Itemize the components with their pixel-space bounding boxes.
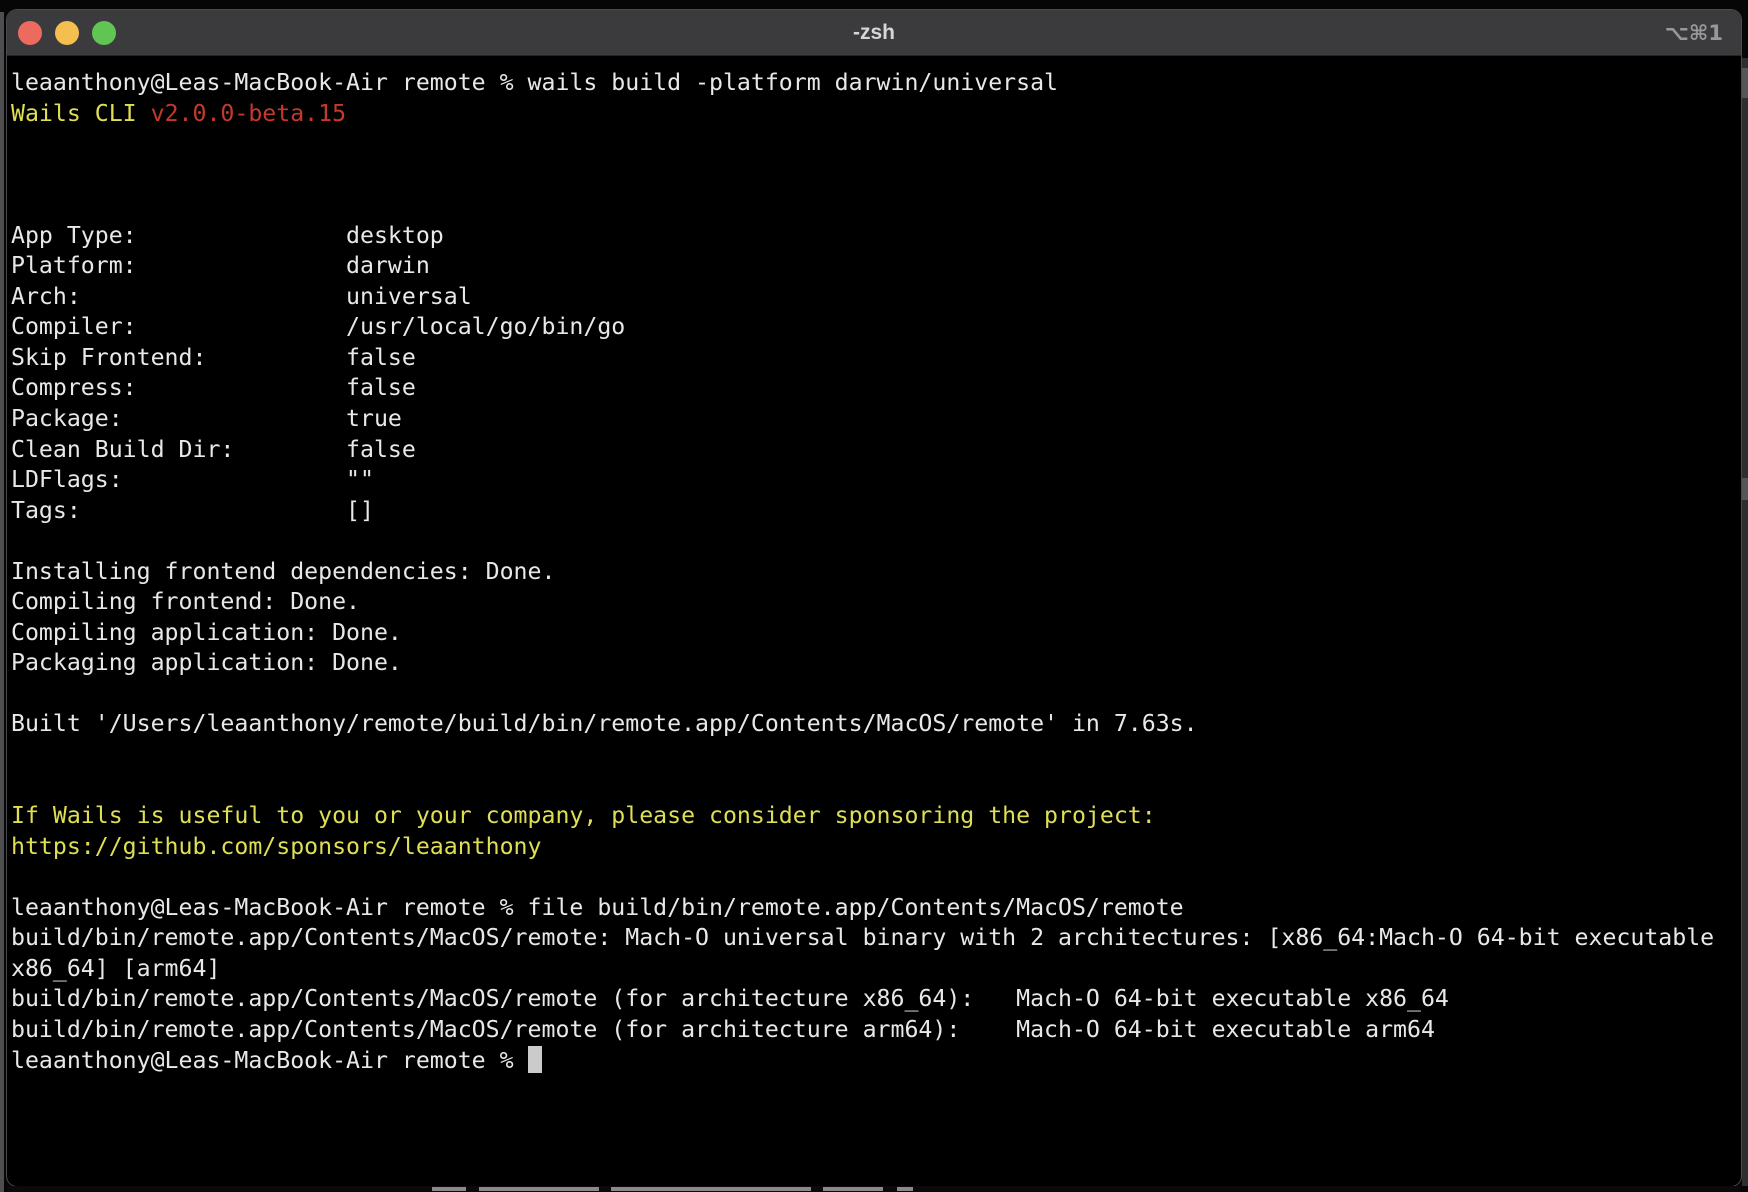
background-window-fragment <box>479 1187 599 1191</box>
terminal-line: Compiler: /usr/local/go/bin/go <box>11 312 1741 343</box>
terminal-text-segment: https://github.com/sponsors/leaanthony <box>11 833 541 860</box>
terminal-text-segment: LDFlags: "" <box>11 466 374 493</box>
window-title: -zsh <box>853 21 895 45</box>
terminal-text-segment: build/bin/remote.app/Contents/MacOS/remo… <box>11 924 1728 951</box>
terminal-text-segment: x86_64] [arm64] <box>11 955 220 982</box>
terminal-text-segment: Packaging application: Done. <box>11 649 402 676</box>
terminal-text-segment: Compiler: /usr/local/go/bin/go <box>11 313 625 340</box>
terminal-text-segment: Arch: universal <box>11 283 472 310</box>
terminal-text-segment: Compiling application: Done. <box>11 619 402 646</box>
terminal-text-segment: leaanthony@Leas-MacBook-Air remote % fil… <box>11 894 1184 921</box>
window-shortcut-badge: ⌥⌘1 <box>1665 10 1723 55</box>
terminal-text-segment: v2.0.0-beta.15 <box>151 100 346 127</box>
terminal-line: Compiling application: Done. <box>11 618 1741 649</box>
terminal-line <box>11 771 1741 802</box>
terminal-line: Installing frontend dependencies: Done. <box>11 557 1741 588</box>
terminal-text-segment: Compress: false <box>11 374 416 401</box>
terminal-text-segment: Package: true <box>11 405 402 432</box>
background-window-edge-right <box>1742 58 1748 1186</box>
terminal-line: Clean Build Dir: false <box>11 435 1741 466</box>
terminal-text-segment: build/bin/remote.app/Contents/MacOS/remo… <box>11 1016 1435 1043</box>
terminal-line: build/bin/remote.app/Contents/MacOS/remo… <box>11 923 1741 954</box>
terminal-text-segment: leaanthony@Leas-MacBook-Air remote % <box>11 1047 528 1074</box>
terminal-text-segment: Built '/Users/leaanthony/remote/build/bi… <box>11 710 1198 737</box>
terminal-line: Skip Frontend: false <box>11 343 1741 374</box>
terminal-text-segment: App Type: desktop <box>11 222 444 249</box>
terminal-line: Built '/Users/leaanthony/remote/build/bi… <box>11 709 1741 740</box>
terminal-line <box>11 526 1741 557</box>
terminal-text-segment: Tags: [] <box>11 497 374 524</box>
background-window-fragment <box>1742 68 1748 98</box>
background-window-bottom-strip <box>7 1186 1741 1192</box>
terminal-text-segment: Compiling frontend: Done. <box>11 588 360 615</box>
terminal-text-segment: leaanthony@Leas-MacBook-Air remote % wai… <box>11 69 1058 96</box>
desktop: -zsh ⌥⌘1 leaanthony@Leas-MacBook-Air rem… <box>0 0 1748 1192</box>
background-window-fragment <box>611 1187 811 1191</box>
terminal-line: leaanthony@Leas-MacBook-Air remote % wai… <box>11 68 1741 99</box>
terminal-line: Package: true <box>11 404 1741 435</box>
terminal-text-segment: Installing frontend dependencies: Done. <box>11 558 555 585</box>
terminal-text-segment: build/bin/remote.app/Contents/MacOS/remo… <box>11 985 1449 1012</box>
zoom-button[interactable] <box>92 21 116 45</box>
terminal-text-segment: Clean Build Dir: false <box>11 436 416 463</box>
background-window-fragment <box>1742 478 1748 500</box>
background-window-fragment <box>432 1187 466 1191</box>
terminal-text-segment: Wails CLI <box>11 100 151 127</box>
terminal-line: build/bin/remote.app/Contents/MacOS/remo… <box>11 984 1741 1015</box>
terminal-window: -zsh ⌥⌘1 leaanthony@Leas-MacBook-Air rem… <box>7 10 1741 1186</box>
terminal-line <box>11 862 1741 893</box>
terminal-line: build/bin/remote.app/Contents/MacOS/remo… <box>11 1015 1741 1046</box>
terminal-line: Arch: universal <box>11 282 1741 313</box>
terminal-line: If Wails is useful to you or your compan… <box>11 801 1741 832</box>
terminal-line <box>11 160 1741 191</box>
terminal-cursor <box>528 1046 542 1073</box>
terminal-line: https://github.com/sponsors/leaanthony <box>11 832 1741 863</box>
terminal-line <box>11 190 1741 221</box>
terminal-line: x86_64] [arm64] <box>11 954 1741 985</box>
background-window-fragment <box>823 1187 883 1191</box>
terminal-text-segment: Skip Frontend: false <box>11 344 416 371</box>
terminal-line: Wails CLI v2.0.0-beta.15 <box>11 99 1741 130</box>
close-button[interactable] <box>18 21 42 45</box>
terminal-text-segment: If Wails is useful to you or your compan… <box>11 802 1156 829</box>
terminal-line: Tags: [] <box>11 496 1741 527</box>
traffic-lights <box>18 10 116 55</box>
terminal-line: Packaging application: Done. <box>11 648 1741 679</box>
background-window-edge-left <box>0 12 4 1192</box>
terminal-line <box>11 679 1741 710</box>
terminal-text-segment: Platform: darwin <box>11 252 430 279</box>
terminal-line: LDFlags: "" <box>11 465 1741 496</box>
terminal-line: Platform: darwin <box>11 251 1741 282</box>
terminal-line: App Type: desktop <box>11 221 1741 252</box>
titlebar[interactable]: -zsh ⌥⌘1 <box>7 10 1741 56</box>
background-window-fragment <box>897 1187 913 1191</box>
terminal-line <box>11 740 1741 771</box>
terminal-line <box>11 129 1741 160</box>
terminal-line: Compiling frontend: Done. <box>11 587 1741 618</box>
minimize-button[interactable] <box>55 21 79 45</box>
terminal-line: Compress: false <box>11 373 1741 404</box>
terminal-line: leaanthony@Leas-MacBook-Air remote % <box>11 1046 1741 1077</box>
terminal-content[interactable]: leaanthony@Leas-MacBook-Air remote % wai… <box>7 56 1741 1076</box>
terminal-line: leaanthony@Leas-MacBook-Air remote % fil… <box>11 893 1741 924</box>
